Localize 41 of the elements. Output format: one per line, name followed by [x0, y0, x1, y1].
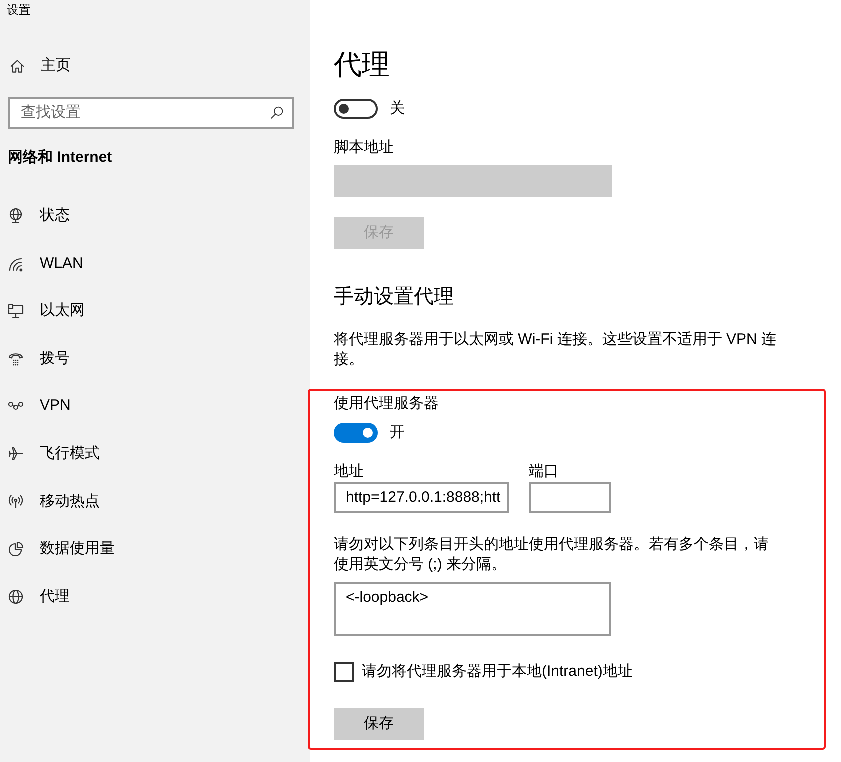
globe-icon — [8, 588, 24, 605]
wifi-icon — [8, 256, 24, 272]
address-field[interactable]: http=127.0.0.1:8888;htt — [334, 482, 509, 513]
toggle-state-label: 开 — [390, 423, 405, 443]
nav-item[interactable]: 飞行模式 — [8, 444, 100, 464]
window-title: 设置 — [7, 2, 31, 18]
globe-monitor-icon — [8, 208, 24, 224]
checkbox[interactable] — [334, 662, 354, 682]
field-label: 地址 — [334, 462, 364, 482]
port-field[interactable] — [529, 482, 611, 513]
toggle-switch[interactable] — [334, 99, 378, 119]
antenna-icon — [8, 494, 24, 510]
nav-item[interactable]: 代理 — [8, 586, 70, 607]
section-heading: 手动设置代理 — [334, 285, 454, 310]
page-title: 代理 — [334, 48, 390, 82]
airplane-icon — [8, 446, 24, 462]
exceptions-description: 请勿对以下列条目开头的地址使用代理服务器。若有多个条目，请使用英文分号 (;) 来分隔。 — [334, 535, 770, 575]
nav-item[interactable]: 移动热点 — [8, 492, 100, 512]
setting-label: 使用代理服务器 — [334, 394, 439, 414]
search-field[interactable]: 查找设置 — [8, 97, 294, 129]
nav-item[interactable]: 以太网 — [8, 301, 85, 322]
nav-item[interactable]: 状态 — [8, 206, 70, 226]
exceptions-field[interactable]: <-loopback> — [334, 582, 611, 636]
save-button[interactable]: 保存 — [334, 708, 424, 740]
checkbox-label: 请勿将代理服务器用于本地(Intranet)地址 — [362, 662, 633, 682]
home-link[interactable]: 主页 — [10, 56, 71, 76]
field-label: 脚本地址 — [334, 138, 394, 158]
field-label: 端口 — [529, 462, 559, 482]
toggle-switch[interactable] — [334, 423, 378, 443]
phone-icon — [8, 350, 24, 367]
section-title: 网络和 Internet — [8, 148, 112, 168]
toggle-state-label: 关 — [390, 99, 405, 119]
nav-item[interactable]: WLAN — [8, 254, 84, 274]
nav-item[interactable]: 拨号 — [8, 348, 70, 369]
home-icon — [10, 58, 25, 74]
pie-chart-icon — [8, 541, 24, 558]
monitor-icon — [8, 303, 24, 320]
description-text: 将代理服务器用于以太网或 Wi-Fi 连接。这些设置不适用于 VPN 连接。 — [334, 330, 778, 370]
nav-item[interactable]: VPN — [8, 396, 71, 416]
search-icon — [270, 106, 284, 120]
nav-item[interactable]: 数据使用量 — [8, 539, 115, 560]
